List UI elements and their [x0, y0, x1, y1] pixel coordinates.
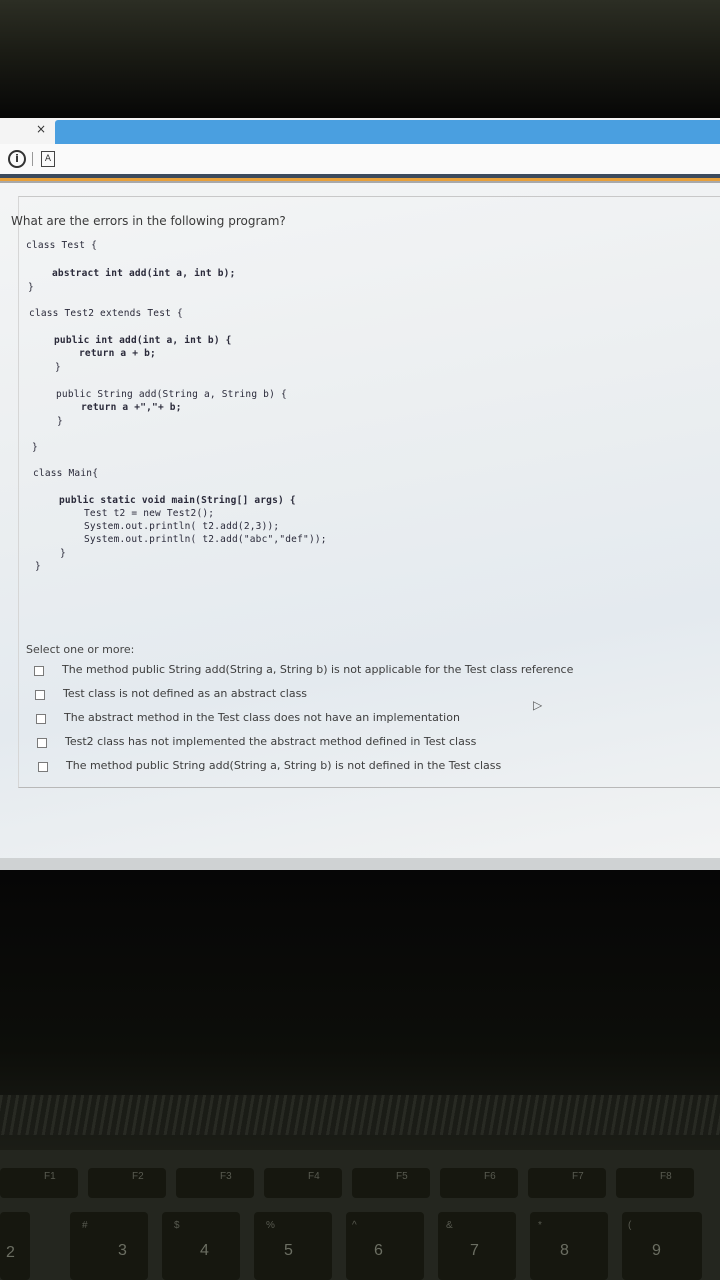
- speaker-grill: [0, 1095, 720, 1135]
- checkbox[interactable]: [34, 666, 44, 676]
- screen: × i A What are the errors in the followi…: [0, 118, 720, 870]
- option-label: The abstract method in the Test class do…: [64, 711, 460, 724]
- fn-key[interactable]: F2: [88, 1168, 166, 1198]
- code-line: public static void main(String[] args) {: [59, 495, 296, 506]
- key-number: 9: [652, 1242, 661, 1259]
- fn-key[interactable]: F7: [528, 1168, 606, 1198]
- checkbox[interactable]: [36, 714, 46, 724]
- mouse-cursor-icon: ▷: [533, 698, 543, 712]
- answer-option[interactable]: The method public String add(String a, S…: [38, 759, 598, 775]
- key-number: 4: [200, 1242, 209, 1259]
- code-line: }: [28, 282, 34, 293]
- number-key[interactable]: 2: [0, 1212, 30, 1280]
- number-key[interactable]: ^ 6: [346, 1212, 424, 1280]
- key-number: 8: [560, 1242, 569, 1259]
- number-key[interactable]: * 8: [530, 1212, 608, 1280]
- screen-bottom-edge: [0, 858, 720, 870]
- code-line: class Test2 extends Test {: [29, 308, 183, 319]
- fn-key[interactable]: F1: [0, 1168, 78, 1198]
- fn-key-label: F5: [396, 1171, 408, 1182]
- key-symbol: #: [82, 1220, 88, 1231]
- address-bar[interactable]: i A: [0, 144, 720, 174]
- number-key[interactable]: & 7: [438, 1212, 516, 1280]
- answer-option[interactable]: Test2 class has not implemented the abst…: [37, 735, 597, 751]
- option-label: Test class is not defined as an abstract…: [63, 687, 308, 700]
- tab-bar: ×: [0, 118, 720, 144]
- code-line: class Main{: [33, 468, 99, 479]
- option-label: The method public String add(String a, S…: [66, 759, 502, 772]
- number-key[interactable]: $ 4: [162, 1212, 240, 1280]
- key-symbol: *: [538, 1220, 542, 1231]
- number-key[interactable]: ( 9: [622, 1212, 702, 1280]
- code-line: }: [55, 362, 61, 373]
- code-line: }: [60, 548, 66, 559]
- key-number: 5: [284, 1242, 293, 1259]
- page-icon: A: [41, 151, 55, 167]
- question-prompt: What are the errors in the following pro…: [11, 214, 286, 228]
- fn-key[interactable]: F6: [440, 1168, 518, 1198]
- fn-key[interactable]: F3: [176, 1168, 254, 1198]
- key-symbol: $: [174, 1220, 180, 1231]
- key-symbol: (: [628, 1220, 632, 1231]
- fn-key-label: F8: [660, 1171, 672, 1182]
- fn-key[interactable]: F5: [352, 1168, 430, 1198]
- select-label: Select one or more:: [26, 643, 135, 656]
- code-line: System.out.println( t2.add("abc","def"))…: [84, 534, 327, 545]
- keyboard: F1 F2 F3 F4 F5 F6 F7 F8 2 # 3 $ 4 % 5 ^ …: [0, 1150, 720, 1280]
- code-line: public int add(int a, int b) {: [54, 335, 232, 346]
- number-key[interactable]: % 5: [254, 1212, 332, 1280]
- header-stripe-gray: [0, 181, 720, 183]
- code-line: }: [32, 442, 38, 453]
- key-number: 2: [6, 1244, 15, 1261]
- answer-option[interactable]: The abstract method in the Test class do…: [36, 711, 596, 727]
- checkbox[interactable]: [38, 762, 48, 772]
- code-line: public String add(String a, String b) {: [56, 389, 287, 400]
- code-line: System.out.println( t2.add(2,3));: [84, 521, 280, 532]
- fn-key-label: F4: [308, 1171, 320, 1182]
- key-number: 7: [470, 1242, 479, 1259]
- address-separator: [32, 152, 33, 166]
- option-label: Test2 class has not implemented the abst…: [65, 735, 477, 748]
- fn-key-label: F7: [572, 1171, 584, 1182]
- answer-option[interactable]: Test class is not defined as an abstract…: [35, 687, 595, 703]
- code-line: return a + b;: [79, 348, 156, 359]
- option-label: The method public String add(String a, S…: [62, 663, 574, 676]
- fn-key-label: F1: [44, 1171, 56, 1182]
- fn-key[interactable]: F8: [616, 1168, 694, 1198]
- number-key[interactable]: # 3: [70, 1212, 148, 1280]
- code-line: Test t2 = new Test2();: [84, 508, 215, 519]
- code-line: return a +","+ b;: [81, 402, 182, 413]
- key-symbol: %: [266, 1220, 275, 1231]
- key-symbol: ^: [352, 1220, 357, 1231]
- code-line: }: [57, 416, 63, 427]
- checkbox[interactable]: [35, 690, 45, 700]
- key-number: 3: [118, 1242, 127, 1259]
- code-line: }: [35, 561, 41, 572]
- fn-key-label: F2: [132, 1171, 144, 1182]
- fn-key-label: F6: [484, 1171, 496, 1182]
- code-line: abstract int add(int a, int b);: [52, 268, 236, 279]
- key-number: 6: [374, 1242, 383, 1259]
- tab-close-icon[interactable]: ×: [36, 122, 46, 136]
- key-symbol: &: [446, 1220, 453, 1231]
- info-icon[interactable]: i: [8, 150, 26, 168]
- fn-key[interactable]: F4: [264, 1168, 342, 1198]
- active-tab[interactable]: [55, 120, 720, 144]
- monitor-bezel-top: [0, 0, 720, 120]
- checkbox[interactable]: [37, 738, 47, 748]
- code-line: class Test {: [26, 240, 98, 251]
- answer-option[interactable]: The method public String add(String a, S…: [34, 663, 594, 679]
- fn-key-label: F3: [220, 1171, 232, 1182]
